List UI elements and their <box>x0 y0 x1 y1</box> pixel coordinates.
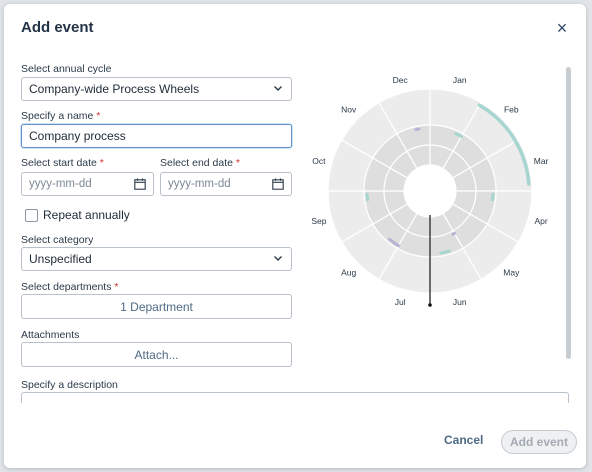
annual-cycle-label: Select annual cycle <box>21 63 112 75</box>
departments-label: Select departments * <box>21 281 119 293</box>
month-label-jan: Jan <box>453 75 467 85</box>
cancel-button[interactable]: Cancel <box>444 433 483 447</box>
event-arc <box>490 192 495 202</box>
end-date-placeholder: yyyy-mm-dd <box>168 178 231 190</box>
description-label: Specify a description <box>21 379 118 391</box>
month-label-nov: Nov <box>341 105 357 115</box>
close-icon[interactable]: × <box>553 19 571 37</box>
event-arc <box>451 231 456 236</box>
annual-cycle-select[interactable]: Company-wide Process Wheels <box>21 77 292 101</box>
month-label-dec: Dec <box>393 75 409 85</box>
chevron-down-icon <box>274 86 282 91</box>
event-arc <box>414 127 421 132</box>
month-label-jul: Jul <box>395 297 406 307</box>
attach-button[interactable]: Attach... <box>21 342 292 367</box>
month-label-jun: Jun <box>453 297 467 307</box>
calendar-icon[interactable] <box>134 178 146 190</box>
start-date-placeholder: yyyy-mm-dd <box>29 178 92 190</box>
wheel-group: Jan Feb Mar Apr May Jun Jul Aug Sep Oct Nov Dec <box>311 75 548 307</box>
start-date-input[interactable]: yyyy-mm-dd <box>21 172 154 196</box>
name-label: Specify a name * <box>21 110 101 122</box>
month-label-mar: Mar <box>534 156 549 166</box>
month-label-sep: Sep <box>311 216 326 226</box>
annual-cycle-value: Company-wide Process Wheels <box>29 82 200 96</box>
month-label-aug: Aug <box>341 267 356 277</box>
scrollbar-thumb[interactable] <box>566 67 571 359</box>
end-date-label: Select end date * <box>160 157 240 169</box>
add-event-dialog: Add event × Select annual cycle Company-… <box>4 4 586 468</box>
description-textarea[interactable] <box>21 392 569 403</box>
category-label: Select category <box>21 234 94 246</box>
chevron-down-icon <box>274 256 282 261</box>
category-value: Unspecified <box>29 252 92 266</box>
departments-button[interactable]: 1 Department <box>21 294 292 319</box>
repeat-annually-checkbox[interactable] <box>25 209 38 222</box>
name-input[interactable]: Company process <box>21 124 292 148</box>
category-select[interactable]: Unspecified <box>21 247 292 271</box>
start-date-label: Select start date * <box>21 157 104 169</box>
end-date-input[interactable]: yyyy-mm-dd <box>160 172 292 196</box>
add-event-button[interactable]: Add event <box>501 430 577 454</box>
month-label-apr: Apr <box>534 216 547 226</box>
wheel-center <box>404 165 456 217</box>
attachments-label: Attachments <box>21 329 80 341</box>
event-arc <box>365 192 370 202</box>
date-needle-tip <box>428 303 432 307</box>
dialog-title: Add event <box>21 19 94 36</box>
calendar-icon[interactable] <box>272 178 284 190</box>
process-wheel: Jan Feb Mar Apr May Jun Jul Aug Sep Oct Nov Dec <box>311 75 548 307</box>
month-label-feb: Feb <box>504 105 519 115</box>
footer-divider <box>4 406 586 407</box>
month-label-oct: Oct <box>312 156 326 166</box>
repeat-annually-label: Repeat annually <box>43 208 130 222</box>
name-value: Company process <box>29 129 126 143</box>
month-label-may: May <box>503 267 520 277</box>
